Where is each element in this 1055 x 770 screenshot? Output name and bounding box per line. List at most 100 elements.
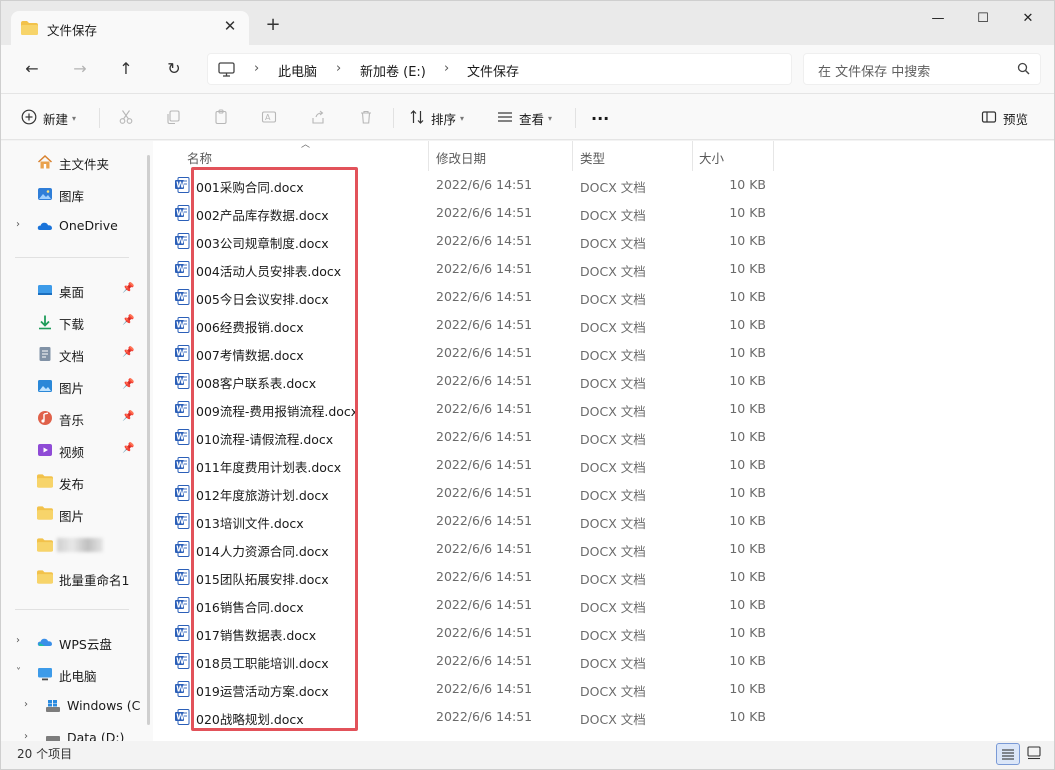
details-view-button[interactable]: [996, 743, 1020, 765]
more-options-button[interactable]: ···: [591, 107, 609, 129]
file-row[interactable]: W 002产品库存数据.docx 2022/6/6 14:51 DOCX 文档 10 K…: [153, 199, 793, 227]
paste-button[interactable]: [213, 107, 229, 129]
file-row[interactable]: W 012年度旅游计划.docx 2022/6/6 14:51 DOCX 文档 10 K…: [153, 479, 793, 507]
file-row[interactable]: W 013培训文件.docx 2022/6/6 14:51 DOCX 文档 10 KB: [153, 507, 793, 535]
column-separator[interactable]: [428, 141, 429, 171]
sort-button[interactable]: 排序 ▾: [409, 107, 464, 129]
refresh-button[interactable]: ↻: [161, 57, 187, 81]
close-window-button[interactable]: ✕: [1005, 9, 1051, 29]
file-type: DOCX 文档: [580, 460, 646, 475]
new-button[interactable]: 新建 ▾: [21, 107, 76, 129]
file-modified-date: 2022/6/6 14:51: [436, 541, 533, 556]
file-row[interactable]: W 008客户联系表.docx 2022/6/6 14:51 DOCX 文档 10 KB: [153, 367, 793, 395]
share-button[interactable]: [310, 107, 326, 129]
tiles-view-button[interactable]: [1023, 743, 1047, 765]
sidebar-item-pictures[interactable]: 图片 📌: [1, 373, 141, 399]
pictures-icon: [37, 378, 53, 394]
breadcrumb-drive-e[interactable]: 新加卷 (E:): [360, 61, 426, 80]
pin-icon[interactable]: 📌: [122, 283, 134, 294]
pin-icon[interactable]: 📌: [122, 443, 134, 454]
file-row[interactable]: W 007考情数据.docx 2022/6/6 14:51 DOCX 文档 10 KB: [153, 339, 793, 367]
sidebar-item-videos[interactable]: 视频 📌: [1, 437, 141, 463]
sidebar-item-pictures-folder[interactable]: 图片: [1, 501, 141, 527]
svg-text:W: W: [176, 209, 185, 218]
column-separator[interactable]: [572, 141, 573, 171]
view-button[interactable]: 查看 ▾: [497, 107, 552, 129]
pin-icon[interactable]: 📌: [122, 379, 134, 390]
chevron-right-icon[interactable]: ›: [16, 219, 20, 230]
file-row[interactable]: W 019运营活动方案.docx 2022/6/6 14:51 DOCX 文档 10 K…: [153, 675, 793, 703]
new-tab-button[interactable]: +: [263, 15, 283, 35]
item-count: 20 个项目: [17, 747, 73, 761]
column-separator[interactable]: [773, 141, 774, 171]
sidebar-item-windows-c[interactable]: › Windows (C: [1, 693, 141, 719]
up-button[interactable]: ↑: [113, 57, 139, 81]
tab-file-save[interactable]: 文件保存 ✕: [11, 11, 249, 45]
file-row[interactable]: W 017销售数据表.docx 2022/6/6 14:51 DOCX 文档 10 KB: [153, 619, 793, 647]
word-document-icon: W: [175, 345, 190, 361]
file-type: DOCX 文档: [580, 404, 646, 419]
close-tab-icon[interactable]: ✕: [221, 17, 239, 35]
breadcrumb-current-folder[interactable]: 文件保存: [467, 61, 519, 80]
column-header-type[interactable]: 类型: [580, 144, 605, 168]
sidebar-scrollbar[interactable]: [147, 155, 150, 725]
maximize-button[interactable]: ☐: [960, 9, 1006, 29]
sidebar-item-desktop[interactable]: 桌面 📌: [1, 277, 141, 303]
chevron-right-icon[interactable]: ›: [16, 635, 20, 646]
pin-icon[interactable]: 📌: [122, 315, 134, 326]
sort-icon: [409, 109, 425, 128]
column-header-size[interactable]: 大小: [699, 144, 724, 168]
file-row[interactable]: W 010流程-请假流程.docx 2022/6/6 14:51 DOCX 文档 10 …: [153, 423, 793, 451]
file-modified-date: 2022/6/6 14:51: [436, 569, 533, 584]
sidebar-item-wps-cloud[interactable]: › WPS云盘: [1, 629, 141, 655]
chevron-right-icon[interactable]: ›: [24, 731, 28, 741]
delete-button[interactable]: [358, 107, 374, 129]
file-row[interactable]: W 011年度费用计划表.docx 2022/6/6 14:51 DOCX 文档 10 …: [153, 451, 793, 479]
forward-button[interactable]: →: [67, 57, 93, 81]
address-bar[interactable]: › 此电脑 › 新加卷 (E:) › 文件保存: [207, 53, 792, 85]
file-type: DOCX 文档: [580, 320, 646, 335]
pin-icon[interactable]: 📌: [122, 347, 134, 358]
file-row[interactable]: W 006经费报销.docx 2022/6/6 14:51 DOCX 文档 10 KB: [153, 311, 793, 339]
sidebar-item-downloads[interactable]: 下载 📌: [1, 309, 141, 335]
sidebar-item-home[interactable]: 主文件夹: [1, 149, 141, 175]
file-row[interactable]: W 016销售合同.docx 2022/6/6 14:51 DOCX 文档 10 KB: [153, 591, 793, 619]
file-modified-date: 2022/6/6 14:51: [436, 345, 533, 360]
sidebar-item-documents[interactable]: 文档 📌: [1, 341, 141, 367]
file-row[interactable]: W 004活动人员安排表.docx 2022/6/6 14:51 DOCX 文档 10 …: [153, 255, 793, 283]
copy-button[interactable]: [165, 107, 181, 129]
sidebar-item-this-pc[interactable]: ˅ 此电脑: [1, 661, 141, 687]
sidebar-item-blurred-folder[interactable]: [1, 533, 141, 559]
file-row[interactable]: W 009流程-费用报销流程.docx 2022/6/6 14:51 DOCX 文档 1…: [153, 395, 793, 423]
file-type: DOCX 文档: [580, 180, 646, 195]
sidebar-item-batch-rename[interactable]: 批量重命名1: [1, 565, 141, 591]
chevron-down-icon[interactable]: ˅: [16, 667, 21, 678]
sidebar-item-gallery[interactable]: 图库: [1, 181, 141, 207]
file-row[interactable]: W 001采购合同.docx 2022/6/6 14:51 DOCX 文档 10 KB: [153, 171, 793, 199]
sidebar-item-onedrive[interactable]: › OneDrive: [1, 213, 141, 239]
sidebar-item-music[interactable]: 音乐 📌: [1, 405, 141, 431]
rename-button[interactable]: A: [261, 107, 277, 129]
file-row[interactable]: W 005今日会议安排.docx 2022/6/6 14:51 DOCX 文档 10 K…: [153, 283, 793, 311]
documents-icon: [37, 346, 53, 362]
minimize-button[interactable]: —: [915, 9, 961, 29]
file-row[interactable]: W 018员工职能培训.docx 2022/6/6 14:51 DOCX 文档 10 K…: [153, 647, 793, 675]
sidebar-item-publish[interactable]: 发布: [1, 469, 141, 495]
breadcrumb-this-pc[interactable]: 此电脑: [278, 61, 317, 80]
chevron-right-icon[interactable]: ›: [24, 699, 28, 710]
cut-button[interactable]: [118, 107, 134, 129]
column-separator[interactable]: [692, 141, 693, 171]
desktop-icon: [37, 282, 53, 298]
search-input[interactable]: 在 文件保存 中搜索: [803, 53, 1041, 85]
file-row[interactable]: W 003公司规章制度.docx 2022/6/6 14:51 DOCX 文档 10 K…: [153, 227, 793, 255]
file-row[interactable]: W 020战略规划.docx 2022/6/6 14:51 DOCX 文档 10 KB: [153, 703, 793, 731]
column-header-name[interactable]: 名称: [187, 144, 212, 168]
file-row[interactable]: W 014人力资源合同.docx 2022/6/6 14:51 DOCX 文档 10 K…: [153, 535, 793, 563]
file-row[interactable]: W 015团队拓展安排.docx 2022/6/6 14:51 DOCX 文档 10 K…: [153, 563, 793, 591]
svg-text:W: W: [176, 461, 185, 470]
column-header-date[interactable]: 修改日期: [436, 144, 486, 168]
back-button[interactable]: ←: [19, 57, 45, 81]
sidebar-item-data-d[interactable]: › Data (D:): [1, 725, 141, 741]
pin-icon[interactable]: 📌: [122, 411, 134, 422]
preview-pane-button[interactable]: 预览: [981, 107, 1028, 129]
